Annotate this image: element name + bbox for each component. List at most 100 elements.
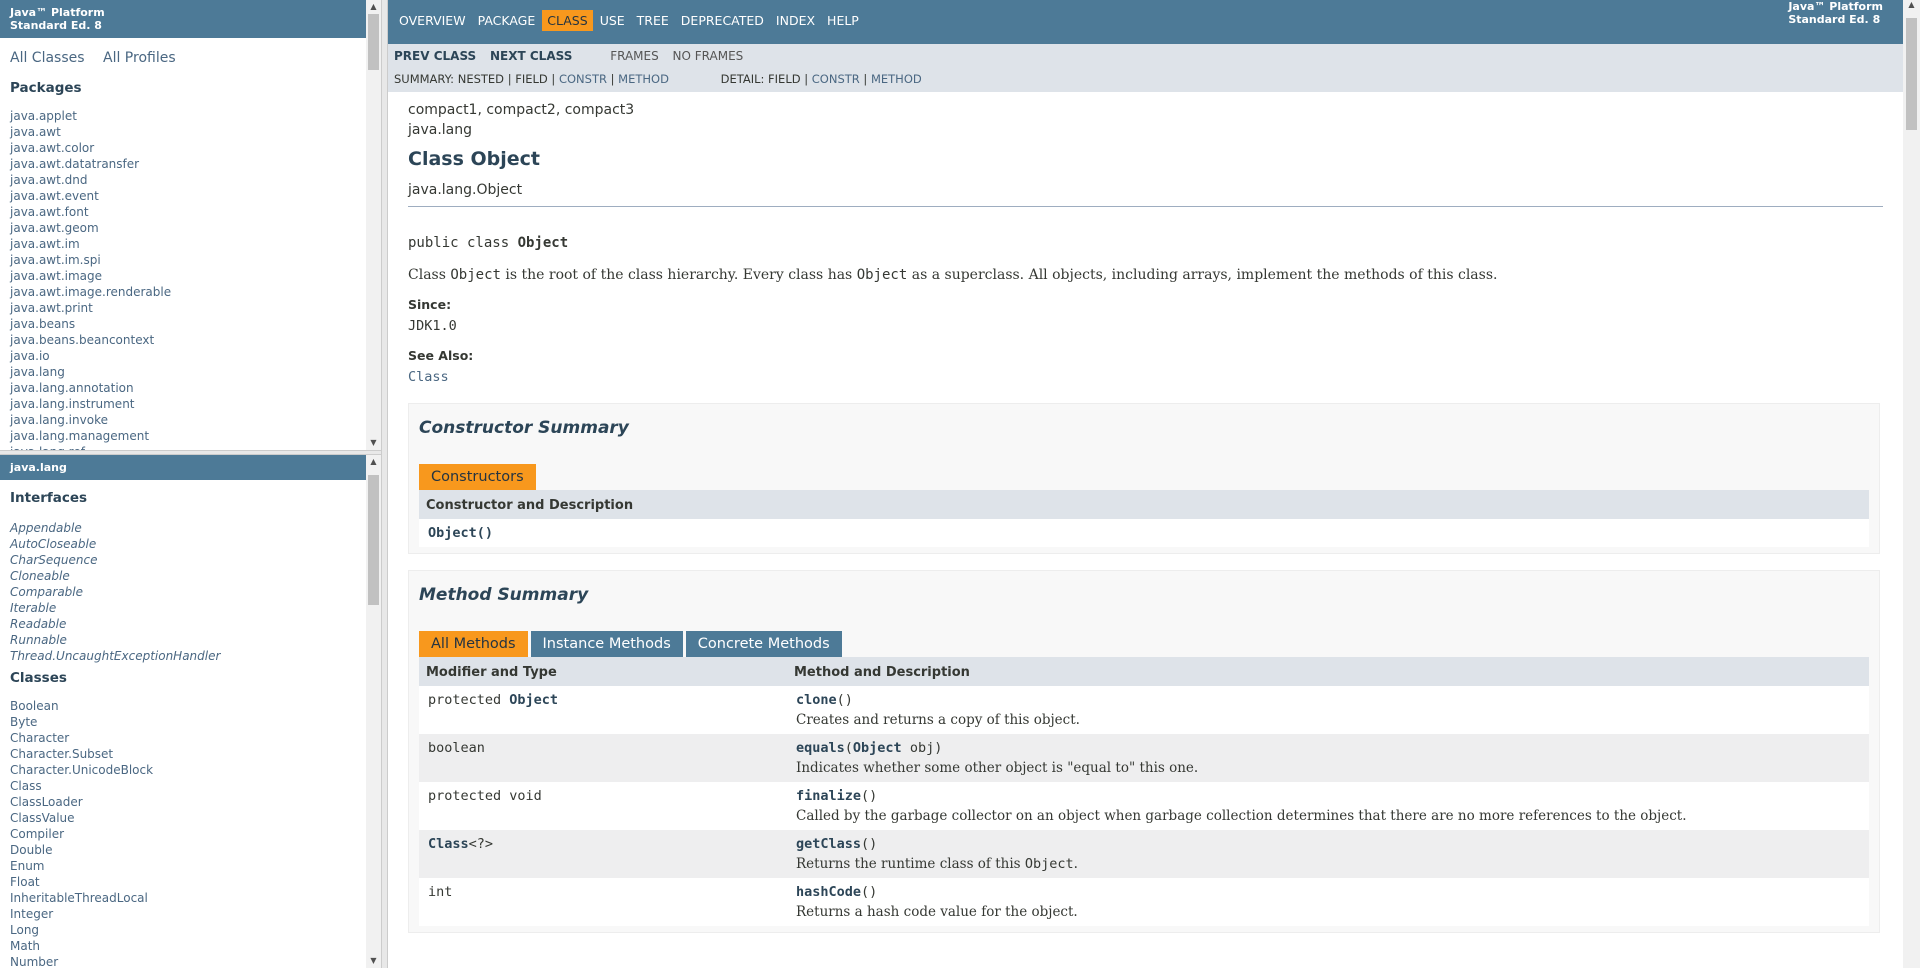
package-link[interactable]: java.awt.font: [10, 205, 89, 219]
package-link[interactable]: java.applet: [10, 109, 77, 123]
scroll-thumb[interactable]: [1906, 18, 1917, 130]
class-link[interactable]: Character.UnicodeBlock: [10, 763, 153, 777]
package-link[interactable]: java.lang.instrument: [10, 397, 135, 411]
package-link[interactable]: java.awt.im: [10, 237, 80, 251]
frames-link[interactable]: FRAMES: [610, 49, 659, 63]
package-link[interactable]: java.lang: [10, 365, 65, 379]
method-name-link[interactable]: equals: [796, 740, 845, 756]
class-scrollbar[interactable]: ▲: [1903, 0, 1920, 968]
package-link[interactable]: java.awt: [10, 125, 61, 139]
method-description: Returns the runtime class of this Object…: [796, 856, 1078, 872]
detail-constr-link[interactable]: CONSTR: [812, 72, 860, 86]
no-frames-link[interactable]: NO FRAMES: [673, 49, 744, 63]
method-name-link[interactable]: hashCode: [796, 884, 861, 900]
interface-link[interactable]: Cloneable: [10, 569, 70, 583]
nav-package[interactable]: PACKAGE: [473, 10, 541, 31]
class-link[interactable]: Character: [10, 731, 69, 745]
tab-instance-methods[interactable]: Instance Methods: [530, 631, 683, 657]
class-link[interactable]: Integer: [10, 907, 53, 921]
package-link[interactable]: java.awt.datatransfer: [10, 157, 139, 171]
class-link[interactable]: Byte: [10, 715, 37, 729]
summary-constr-link[interactable]: CONSTR: [559, 72, 607, 86]
package-item: java.awt.image: [10, 268, 371, 284]
class-link[interactable]: Compiler: [10, 827, 64, 841]
package-link[interactable]: java.io: [10, 349, 50, 363]
frame-divider-vertical[interactable]: [381, 0, 388, 968]
class-link[interactable]: ClassLoader: [10, 795, 83, 809]
method-row: Class<?> getClass() Returns the runtime cl…: [419, 830, 1869, 878]
interface-link[interactable]: Thread.UncaughtExceptionHandler: [10, 649, 220, 663]
scroll-up-icon[interactable]: ▲: [1903, 0, 1920, 9]
scroll-thumb[interactable]: [368, 475, 379, 605]
package-item: java.lang: [10, 364, 371, 380]
type-link[interactable]: Object: [509, 692, 558, 708]
packages-scrollbar[interactable]: ▲ ▼: [366, 0, 381, 450]
scroll-thumb[interactable]: [368, 14, 379, 70]
interface-link[interactable]: Iterable: [10, 601, 56, 615]
class-link[interactable]: Long: [10, 923, 39, 937]
interface-link[interactable]: CharSequence: [10, 553, 97, 567]
class-link[interactable]: Class: [10, 779, 42, 793]
method-name-link[interactable]: clone: [796, 692, 837, 708]
class-link[interactable]: InheritableThreadLocal: [10, 891, 148, 905]
class-link[interactable]: Enum: [10, 859, 44, 873]
package-link[interactable]: java.awt.im.spi: [10, 253, 101, 267]
class-link[interactable]: Math: [10, 939, 40, 953]
nav-help[interactable]: HELP: [822, 10, 864, 31]
scroll-down-icon[interactable]: ▼: [366, 954, 381, 968]
detail-method-link[interactable]: METHOD: [871, 72, 922, 86]
prev-class-link[interactable]: PREV CLASS: [394, 49, 476, 63]
package-link[interactable]: java.awt.print: [10, 301, 93, 315]
scroll-up-icon[interactable]: ▲: [366, 455, 381, 469]
scroll-up-icon[interactable]: ▲: [366, 0, 381, 14]
nav-overview[interactable]: OVERVIEW: [394, 10, 471, 31]
interface-link[interactable]: Appendable: [10, 521, 82, 535]
class-link[interactable]: Float: [10, 875, 40, 889]
package-item: java.awt.datatransfer: [10, 156, 371, 172]
package-title[interactable]: java.lang: [0, 455, 381, 480]
package-link[interactable]: java.awt.dnd: [10, 173, 87, 187]
package-link[interactable]: java.lang.invoke: [10, 413, 108, 427]
package-link[interactable]: java.awt.event: [10, 189, 99, 203]
package-link[interactable]: java.awt.color: [10, 141, 94, 155]
interface-link[interactable]: Readable: [10, 617, 66, 631]
tab-all-methods[interactable]: All Methods: [419, 631, 528, 657]
nav-index[interactable]: INDEX: [771, 10, 820, 31]
class-link[interactable]: ClassValue: [10, 811, 75, 825]
package-link[interactable]: java.beans: [10, 317, 75, 331]
interface-link[interactable]: Runnable: [10, 633, 67, 647]
method-name-link[interactable]: getClass: [796, 836, 861, 852]
nav-tree[interactable]: TREE: [632, 10, 674, 31]
package-link[interactable]: java.beans.beancontext: [10, 333, 154, 347]
interface-link[interactable]: AutoCloseable: [10, 537, 96, 551]
class-link[interactable]: Number: [10, 955, 58, 968]
classes-list: Boolean Byte Character Character.Subset Char…: [0, 698, 381, 968]
tab-constructors: Constructors: [419, 464, 536, 490]
constructor-link[interactable]: Object(): [428, 525, 493, 541]
class-link[interactable]: Boolean: [10, 699, 59, 713]
about-language: Java™ Platform Standard Ed. 8: [1788, 0, 1883, 26]
package-link[interactable]: java.awt.image.renderable: [10, 285, 171, 299]
package-link[interactable]: java.lang.annotation: [10, 381, 134, 395]
all-profiles-link[interactable]: All Profiles: [103, 50, 176, 66]
class-link[interactable]: Character.Subset: [10, 747, 113, 761]
next-class-link[interactable]: NEXT CLASS: [490, 49, 572, 63]
nav-deprecated[interactable]: DEPRECATED: [676, 10, 769, 31]
method-name-link[interactable]: finalize: [796, 788, 861, 804]
method-description: Indicates whether some other object is "…: [796, 760, 1199, 776]
class-link[interactable]: Double: [10, 843, 53, 857]
classes-scrollbar[interactable]: ▲ ▼: [366, 455, 381, 968]
see-also-link[interactable]: Class: [408, 369, 1883, 385]
all-classes-link[interactable]: All Classes: [10, 50, 85, 66]
package-link[interactable]: java.awt.geom: [10, 221, 99, 235]
separator: |: [547, 72, 559, 86]
type-link[interactable]: Class: [428, 836, 469, 852]
summary-method-link[interactable]: METHOD: [618, 72, 669, 86]
tab-concrete-methods[interactable]: Concrete Methods: [685, 631, 842, 657]
interface-link[interactable]: Comparable: [10, 585, 83, 599]
param-type-link[interactable]: Object: [853, 740, 902, 756]
scroll-down-icon[interactable]: ▼: [366, 436, 381, 450]
nav-use[interactable]: USE: [595, 10, 630, 31]
package-link[interactable]: java.lang.management: [10, 429, 149, 443]
package-link[interactable]: java.awt.image: [10, 269, 102, 283]
